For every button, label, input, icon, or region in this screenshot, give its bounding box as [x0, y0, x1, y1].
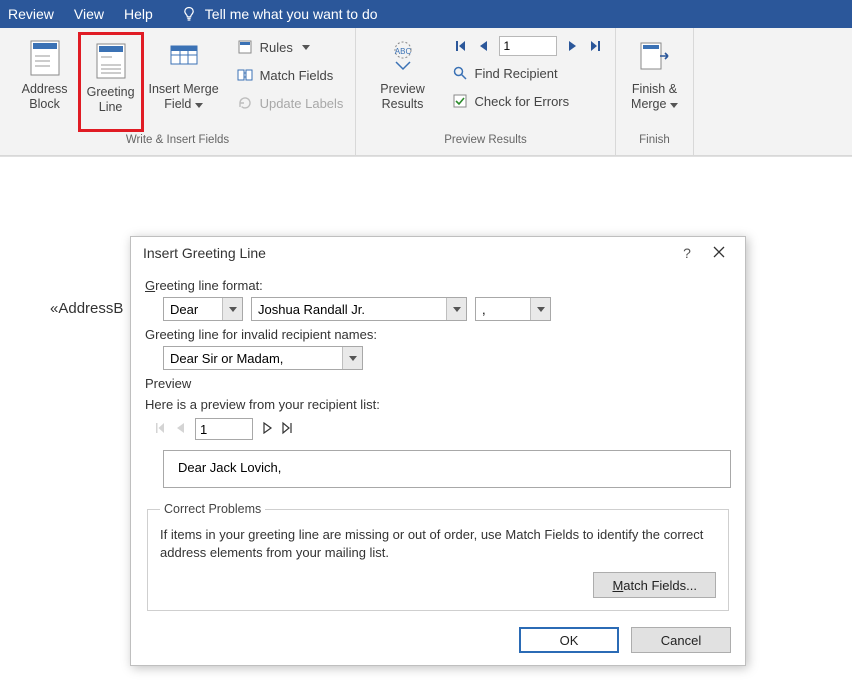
- last-record-button[interactable]: [587, 37, 605, 55]
- find-recipient-button[interactable]: Find Recipient: [451, 62, 605, 84]
- preview-first-button: [153, 421, 167, 438]
- rules-label: Rules: [260, 40, 293, 55]
- rules-icon: [236, 38, 254, 56]
- record-nav: [451, 36, 605, 56]
- dialog-help-button[interactable]: ?: [671, 245, 703, 261]
- first-record-button[interactable]: [451, 37, 469, 55]
- name-format-combo[interactable]: Joshua Randall Jr.: [251, 297, 467, 321]
- preview-nav: [153, 418, 731, 440]
- match-fields-button[interactable]: Match Fields: [236, 64, 344, 86]
- preview-intro: Here is a preview from your recipient li…: [145, 397, 731, 412]
- insert-merge-field-button[interactable]: Insert Merge Field: [144, 32, 224, 132]
- chevron-down-icon: [302, 45, 310, 50]
- ok-button[interactable]: OK: [519, 627, 619, 653]
- merge-field-placeholder: «AddressB: [50, 300, 123, 317]
- preview-label: Preview: [145, 376, 731, 391]
- check-errors-button[interactable]: Check for Errors: [451, 90, 605, 112]
- group-label-finish: Finish: [622, 134, 687, 146]
- prev-record-button[interactable]: [475, 37, 493, 55]
- dialog-title: Insert Greeting Line: [143, 245, 266, 261]
- update-labels-label: Update Labels: [260, 96, 344, 111]
- preview-icon: ABC: [386, 38, 420, 78]
- preview-index-input[interactable]: [195, 418, 253, 440]
- app-menubar: Review View Help Tell me what you want t…: [0, 0, 852, 28]
- update-labels-icon: [236, 94, 254, 112]
- update-labels-button: Update Labels: [236, 92, 344, 114]
- match-fields-dialog-button[interactable]: Match Fields...: [593, 572, 716, 598]
- menu-review[interactable]: Review: [8, 6, 54, 22]
- rules-button[interactable]: Rules: [236, 36, 344, 58]
- ribbon-group-finish: Finish & Merge Finish: [616, 28, 694, 155]
- salutation-combo[interactable]: Dear: [163, 297, 243, 321]
- next-record-button[interactable]: [563, 37, 581, 55]
- salutation-value: Dear: [164, 298, 222, 320]
- preview-last-button[interactable]: [281, 421, 295, 438]
- finish-merge-label: Finish & Merge: [631, 82, 678, 112]
- preview-prev-button: [175, 422, 187, 437]
- insert-merge-field-label: Insert Merge Field: [148, 82, 218, 112]
- search-icon: [451, 64, 469, 82]
- format-label: Greeting line format:: [145, 278, 731, 293]
- invalid-greeting-combo[interactable]: Dear Sir or Madam,: [163, 346, 363, 370]
- lightbulb-icon: [181, 6, 197, 22]
- greeting-line-button[interactable]: Greeting Line: [78, 32, 144, 132]
- find-recipient-label: Find Recipient: [475, 66, 558, 81]
- chevron-down-icon[interactable]: [222, 298, 242, 320]
- address-block-button[interactable]: Address Block: [12, 32, 78, 132]
- match-fields-icon: [236, 66, 254, 84]
- invalid-label: Greeting line for invalid recipient name…: [145, 327, 731, 342]
- preview-next-button[interactable]: [261, 422, 273, 437]
- invalid-greeting-value: Dear Sir or Madam,: [164, 347, 342, 369]
- punctuation-value: ,: [476, 298, 530, 320]
- document-icon: [28, 38, 62, 78]
- table-fields-icon: [167, 38, 201, 78]
- preview-box: Dear Jack Lovich,: [163, 450, 731, 488]
- correct-problems-fieldset: Correct Problems If items in your greeti…: [147, 502, 729, 611]
- punctuation-combo[interactable]: ,: [475, 297, 551, 321]
- check-errors-label: Check for Errors: [475, 94, 570, 109]
- correct-text: If items in your greeting line are missi…: [160, 526, 716, 562]
- close-icon: [713, 246, 725, 258]
- correct-legend: Correct Problems: [160, 502, 265, 516]
- greeting-line-label: Greeting Line: [87, 85, 135, 115]
- preview-results-label: Preview Results: [380, 82, 424, 112]
- name-format-value: Joshua Randall Jr.: [252, 298, 446, 320]
- tell-me-search[interactable]: Tell me what you want to do: [181, 6, 378, 22]
- cancel-button[interactable]: Cancel: [631, 627, 731, 653]
- match-fields-label: Match Fields: [260, 68, 334, 83]
- group-label-preview: Preview Results: [362, 134, 609, 146]
- ribbon-group-preview: ABC Preview Results Find Recipient C: [356, 28, 616, 155]
- ribbon: Address Block Greeting Line Insert Merge…: [0, 28, 852, 156]
- document-greeting-icon: [94, 41, 128, 81]
- finish-merge-icon: [638, 38, 672, 78]
- preview-text: Dear Jack Lovich,: [178, 460, 281, 475]
- finish-merge-button[interactable]: Finish & Merge: [622, 32, 688, 132]
- chevron-down-icon[interactable]: [446, 298, 466, 320]
- tell-me-label: Tell me what you want to do: [205, 6, 378, 22]
- menu-help[interactable]: Help: [124, 6, 153, 22]
- record-number-input[interactable]: [499, 36, 557, 56]
- chevron-down-icon[interactable]: [342, 347, 362, 369]
- preview-results-button[interactable]: ABC Preview Results: [367, 32, 439, 132]
- group-label-write-insert: Write & Insert Fields: [6, 134, 349, 146]
- check-errors-icon: [451, 92, 469, 110]
- ribbon-group-write-insert: Address Block Greeting Line Insert Merge…: [0, 28, 356, 155]
- svg-text:ABC: ABC: [394, 47, 411, 56]
- address-block-label: Address Block: [22, 82, 68, 112]
- insert-greeting-line-dialog: Insert Greeting Line ? Greeting line for…: [130, 236, 746, 666]
- chevron-down-icon[interactable]: [530, 298, 550, 320]
- dialog-titlebar: Insert Greeting Line ?: [131, 237, 745, 268]
- dialog-close-button[interactable]: [703, 245, 735, 261]
- menu-view[interactable]: View: [74, 6, 104, 22]
